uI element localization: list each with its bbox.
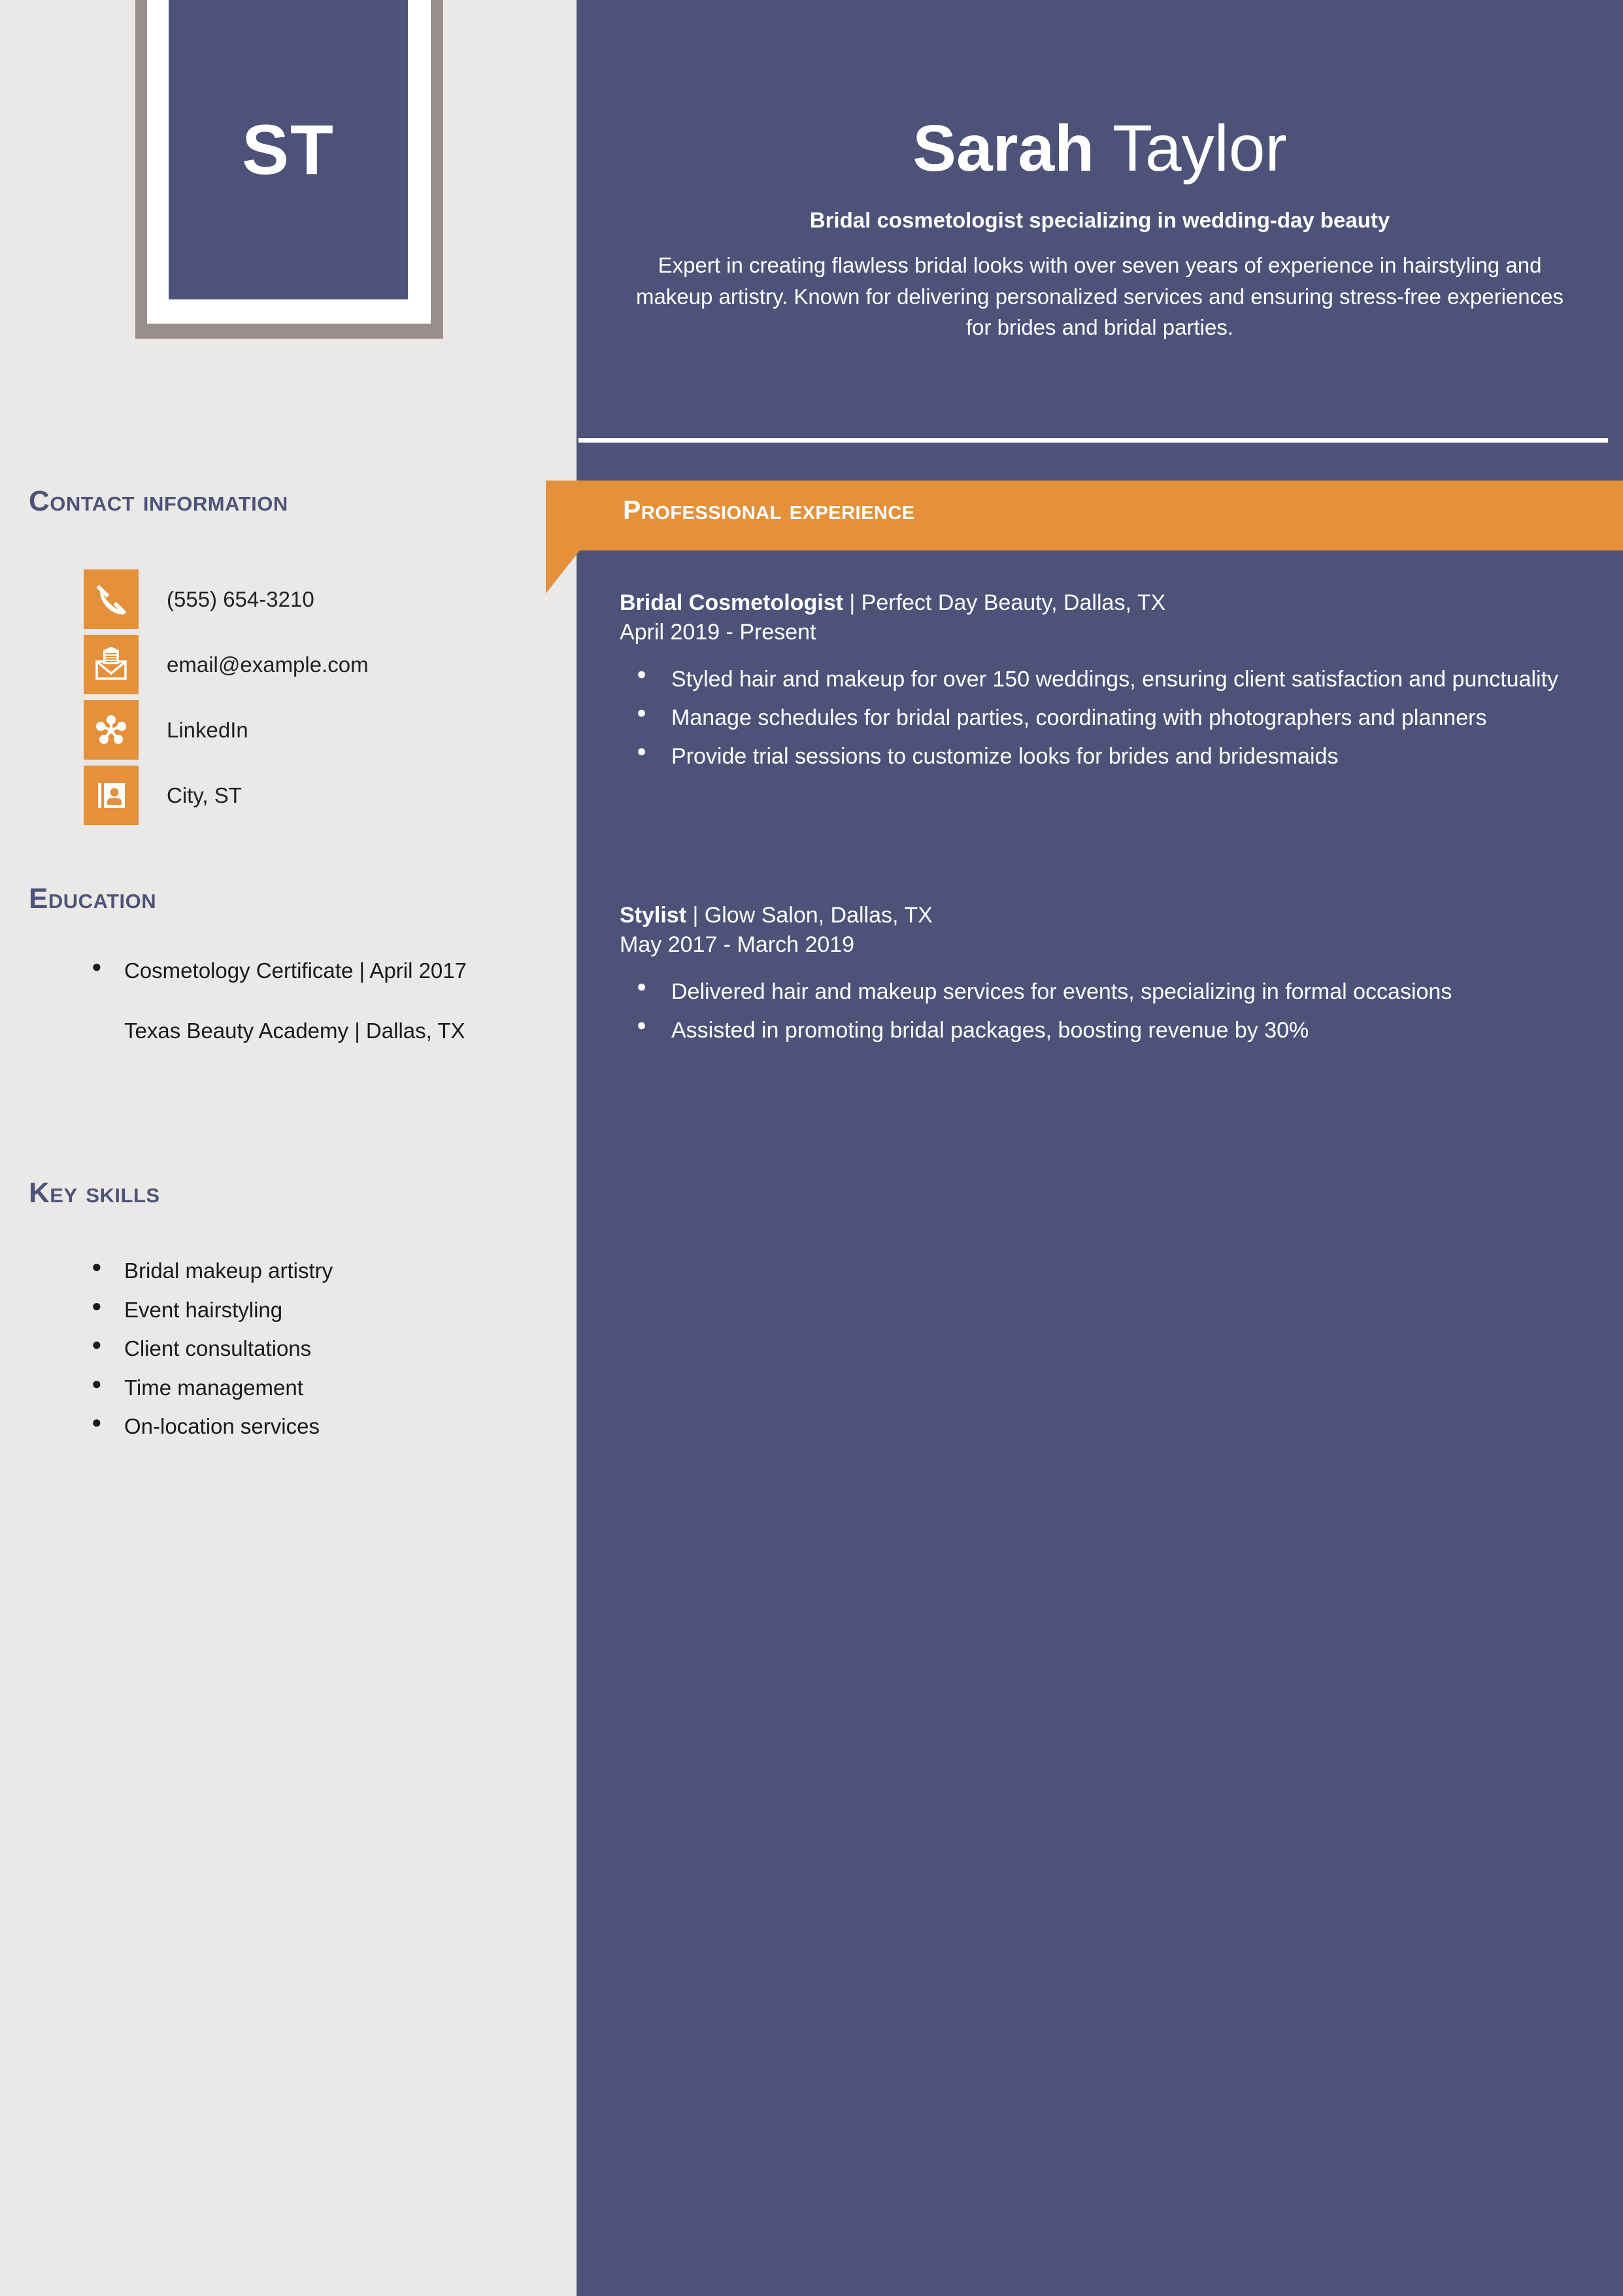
job-role: Stylist xyxy=(620,903,687,928)
skill-item: Bridal makeup artistry xyxy=(84,1255,515,1285)
monogram-initials: ST xyxy=(241,110,335,189)
job-dates: May 2017 - March 2019 xyxy=(620,932,855,958)
job-bullet: Assisted in promoting bridal packages, b… xyxy=(620,1014,1574,1046)
professional-summary: Expert in creating flawless bridal looks… xyxy=(635,253,1564,340)
job-company: Glow Salon, Dallas, TX xyxy=(704,903,933,928)
job-company: Perfect Day Beauty, Dallas, TX xyxy=(861,590,1166,615)
job-bullet: Delivered hair and makeup services for e… xyxy=(620,975,1574,1007)
email-icon xyxy=(84,635,139,694)
education-item: Texas Beauty Academy | Dallas, TX xyxy=(124,1018,465,1043)
key-skills-list: Bridal makeup artistry Event hairstyling… xyxy=(84,1255,515,1441)
job-bullet-list: Styled hair and makeup for over 150 wedd… xyxy=(620,647,1574,772)
job-title-line: Bridal Cosmetologist | Perfect Day Beaut… xyxy=(620,588,1574,618)
last-name: Taylor xyxy=(1112,112,1287,185)
tagline: Bridal cosmetologist specializing in wed… xyxy=(809,208,1390,232)
page-title: Sarah Taylor xyxy=(577,0,1623,183)
experience-entry: Bridal Cosmetologist | Perfect Day Beaut… xyxy=(620,588,1574,780)
main-panel xyxy=(577,0,1623,2296)
job-role: Bridal Cosmetologist xyxy=(620,590,843,615)
linkedin-value: LinkedIn xyxy=(167,717,248,742)
job-bullet-list: Delivered hair and makeup services for e… xyxy=(620,960,1574,1046)
job-bullet: Provide trial sessions to customize look… xyxy=(620,740,1574,772)
job-separator: | xyxy=(686,903,705,928)
contact-item-linkedin[interactable]: LinkedIn xyxy=(84,700,248,760)
job-separator: | xyxy=(843,590,862,615)
monogram-box: ST xyxy=(135,0,443,339)
contact-item-phone[interactable]: (555) 654-3210 xyxy=(84,569,314,629)
first-name: Sarah xyxy=(912,112,1113,185)
banner-ribbon-tail-icon xyxy=(546,550,580,594)
sidebar: ST Contact information (555) 654-3210 em… xyxy=(0,0,578,2296)
education-item: Cosmetology Certificate | April 2017 xyxy=(84,955,482,985)
skill-item: Time management xyxy=(84,1372,515,1402)
job-bullet: Styled hair and makeup for over 150 wedd… xyxy=(620,663,1574,695)
contact-information-heading: Contact information xyxy=(29,485,288,517)
email-value: email@example.com xyxy=(167,652,369,677)
professional-experience-heading: Professional experience xyxy=(623,495,915,525)
skill-item: Client consultations xyxy=(84,1333,515,1363)
experience-entry: Stylist | Glow Salon, Dallas, TX May 201… xyxy=(620,901,1574,1054)
skill-item: Event hairstyling xyxy=(84,1294,515,1325)
education-heading: Education xyxy=(29,883,157,915)
phone-value: (555) 654-3210 xyxy=(167,586,314,611)
job-title-line: Stylist | Glow Salon, Dallas, TX xyxy=(620,901,1574,930)
resume-header: Sarah Taylor Bridal cosmetologist specia… xyxy=(577,0,1623,343)
linkedin-icon xyxy=(84,700,139,760)
phone-icon xyxy=(84,569,139,629)
monogram-inner-border: ST xyxy=(147,0,431,324)
job-bullet: Manage schedules for bridal parties, coo… xyxy=(620,701,1574,734)
job-dates: April 2019 - Present xyxy=(620,620,816,645)
skill-item: On-location services xyxy=(84,1411,515,1441)
contact-item-email[interactable]: email@example.com xyxy=(84,635,369,694)
address-card-icon xyxy=(84,766,139,825)
header-divider xyxy=(578,438,1608,443)
professional-experience-banner: Professional experience xyxy=(546,481,1623,550)
key-skills-heading: Key skills xyxy=(29,1177,160,1209)
education-list: Cosmetology Certificate | April 2017 Tex… xyxy=(84,955,482,1045)
monogram-fill: ST xyxy=(169,0,408,299)
contact-item-location[interactable]: City, ST xyxy=(84,766,242,825)
location-value: City, ST xyxy=(167,783,242,807)
